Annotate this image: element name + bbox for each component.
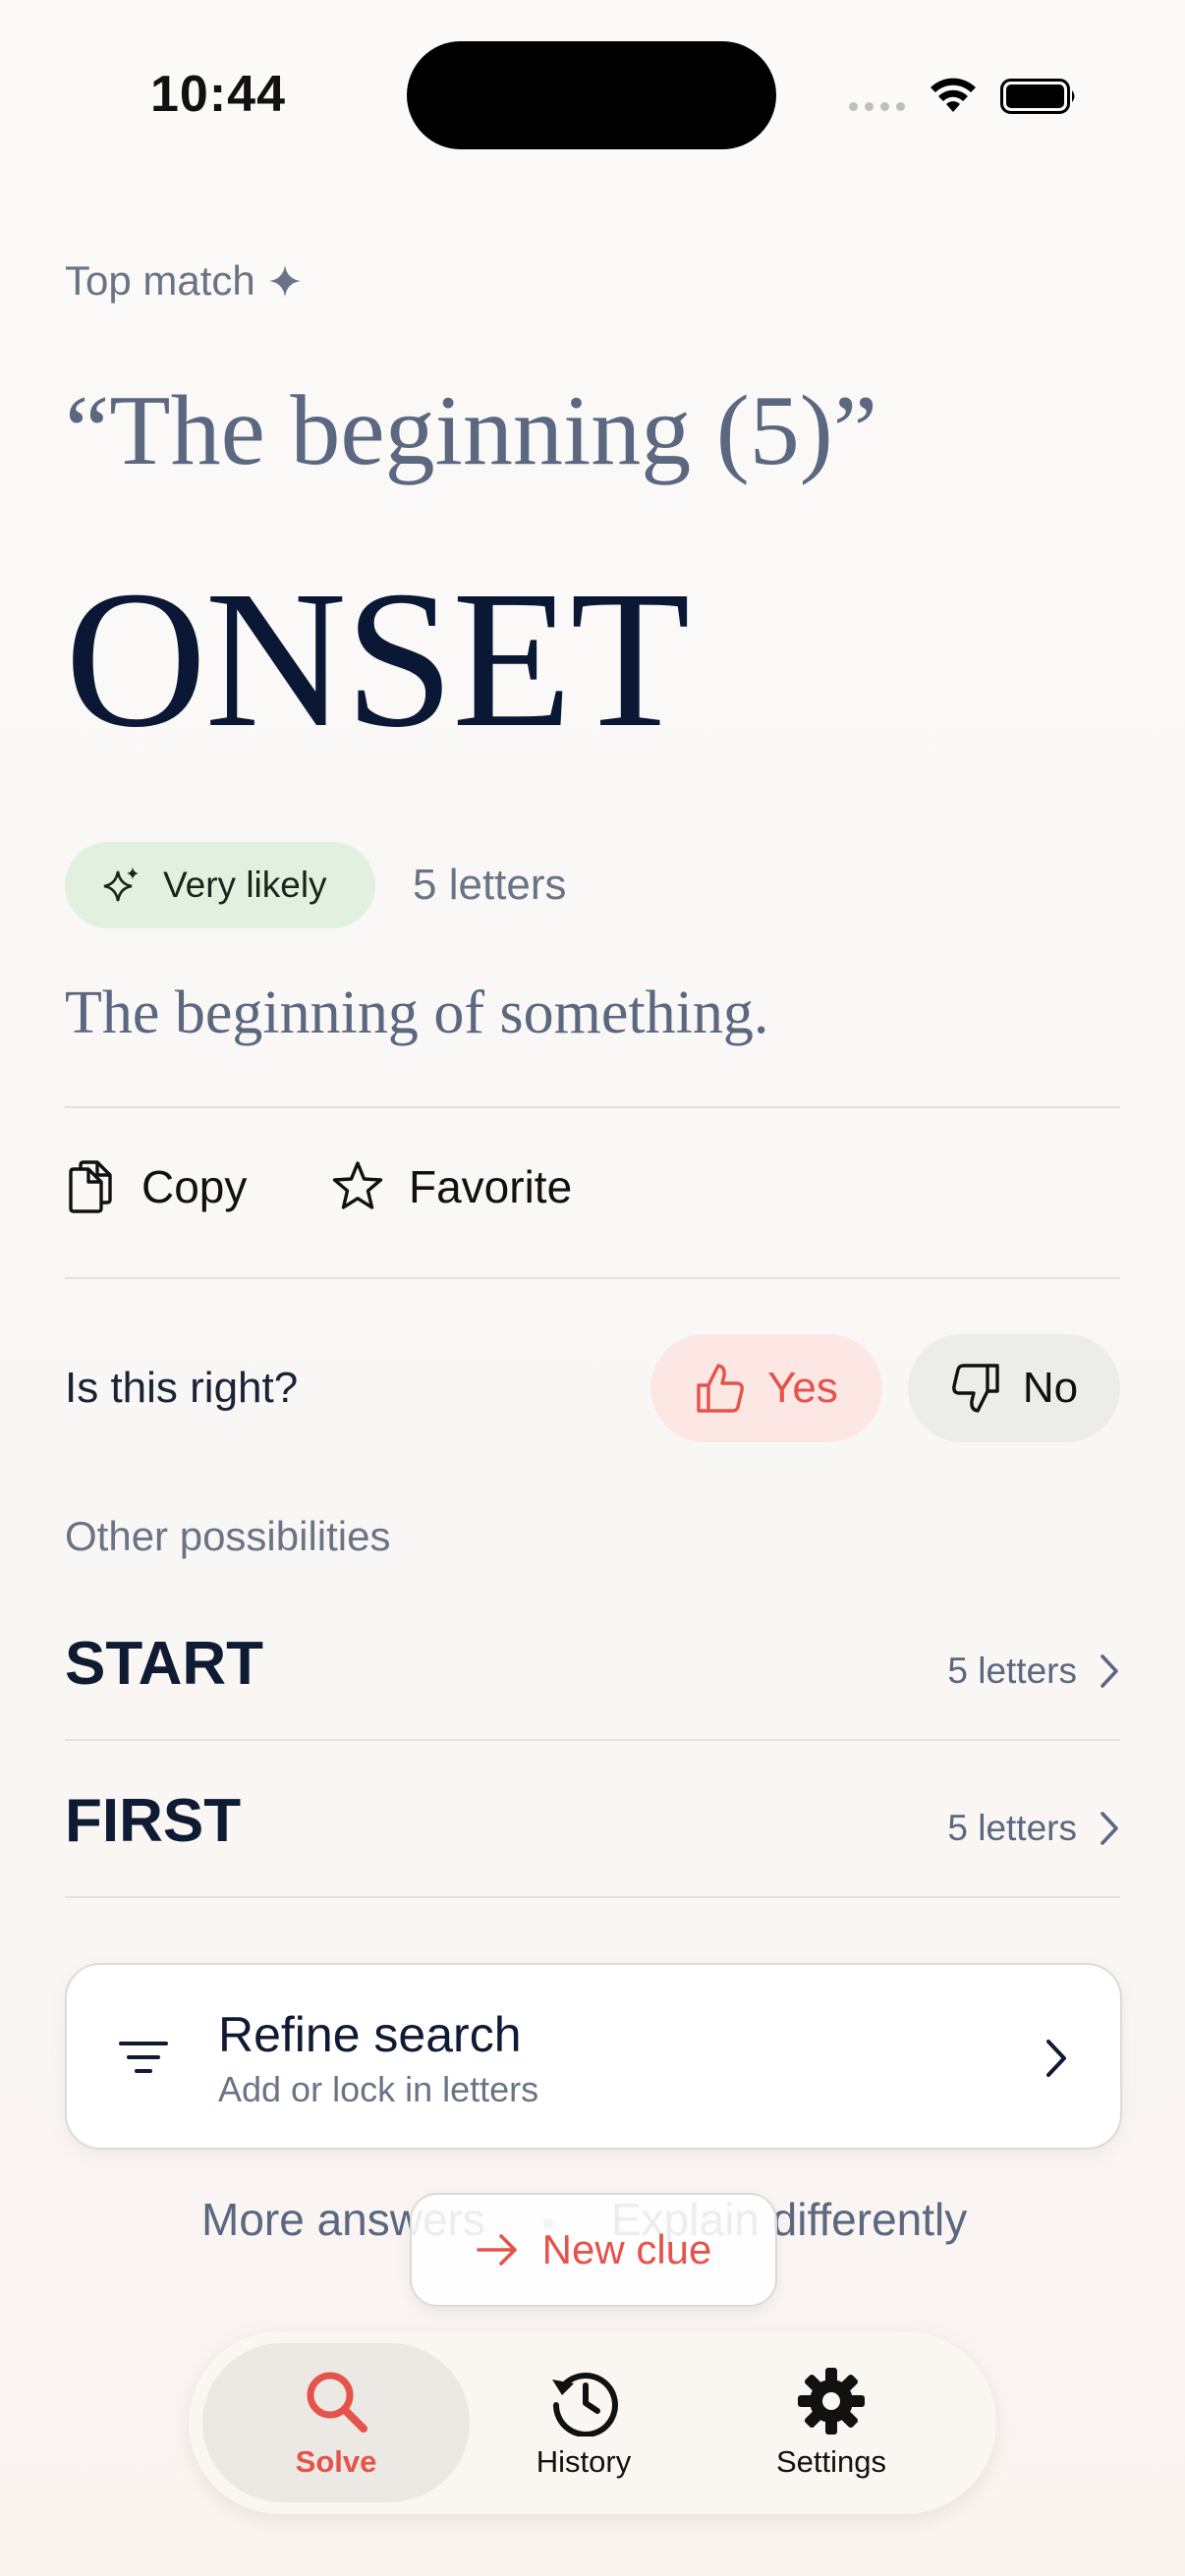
no-button[interactable]: No (908, 1334, 1120, 1442)
history-icon (552, 2373, 618, 2436)
gear-icon (798, 2368, 865, 2435)
thumbs-down-icon (952, 1364, 999, 1413)
favorite-label: Favorite (409, 1161, 573, 1212)
top-match-label: Top match (65, 257, 303, 305)
filter-lines-icon (119, 2042, 168, 2073)
tab-settings-label: Settings (775, 2444, 886, 2479)
tab-solve[interactable]: Solve (202, 2343, 470, 2502)
tab-bar: Solve History Settings (189, 2331, 996, 2514)
divider (65, 1106, 1120, 1108)
cellular-signal-icon (849, 102, 905, 111)
no-label: No (1022, 1364, 1079, 1412)
alternative-row[interactable]: FIRST 5 letters (0, 1759, 1185, 1896)
alternative-meta: 5 letters (947, 1808, 1120, 1849)
confidence-badge: Very likely (65, 842, 375, 928)
copy-label: Copy (141, 1161, 248, 1212)
divider (65, 1739, 1120, 1741)
chevron-right-icon (1046, 2040, 1066, 2077)
alternative-letter-count: 5 letters (947, 1808, 1077, 1848)
refine-search-title: Refine search (218, 2007, 522, 2062)
tab-history-label: History (536, 2444, 632, 2479)
top-match-text: Top match (65, 257, 255, 304)
new-clue-label: New clue (541, 2226, 712, 2272)
battery-icon (1000, 79, 1075, 114)
refine-search-subtitle: Add or lock in letters (218, 2069, 539, 2109)
tab-history[interactable]: History (480, 2343, 688, 2502)
letter-count: 5 letters (413, 861, 567, 909)
copy-button[interactable]: Copy (65, 1159, 247, 1214)
new-clue-button[interactable]: New clue (410, 2193, 777, 2307)
divider (65, 1896, 1120, 1898)
feedback-question: Is this right? (65, 1364, 299, 1412)
refine-search-button[interactable]: Refine search Add or lock in letters (65, 1963, 1122, 2150)
tab-settings[interactable]: Settings (727, 2343, 935, 2502)
chevron-right-icon (1100, 1812, 1118, 1845)
yes-label: Yes (767, 1364, 838, 1412)
status-time: 10:44 (150, 66, 286, 123)
star-icon (332, 1161, 383, 1209)
sparkle-icon (268, 265, 301, 297)
alternative-word: START (65, 1630, 264, 1698)
answer-definition: The beginning of something. (65, 980, 769, 1046)
dynamic-island (407, 41, 776, 149)
sparkles-icon (103, 868, 139, 902)
clue-text: “The beginning (5)” (65, 375, 878, 486)
confidence-label: Very likely (163, 865, 327, 905)
alternative-row[interactable]: START 5 letters (0, 1601, 1185, 1739)
copy-icon (69, 1160, 112, 1213)
alternative-word: FIRST (65, 1787, 242, 1855)
arrow-right-icon (476, 2234, 517, 2266)
alternative-meta: 5 letters (947, 1651, 1120, 1692)
chevron-right-icon (1100, 1654, 1118, 1688)
alternative-letter-count: 5 letters (947, 1651, 1077, 1691)
yes-button[interactable]: Yes (650, 1334, 882, 1442)
answer-word: ONSET (65, 551, 690, 768)
wifi-icon (931, 78, 976, 112)
tab-solve-label: Solve (295, 2444, 377, 2479)
search-icon (307, 2372, 367, 2433)
thumbs-up-icon (697, 1364, 744, 1413)
other-possibilities-label: Other possibilities (65, 1513, 391, 1559)
divider (65, 1277, 1120, 1279)
favorite-button[interactable]: Favorite (332, 1159, 572, 1214)
